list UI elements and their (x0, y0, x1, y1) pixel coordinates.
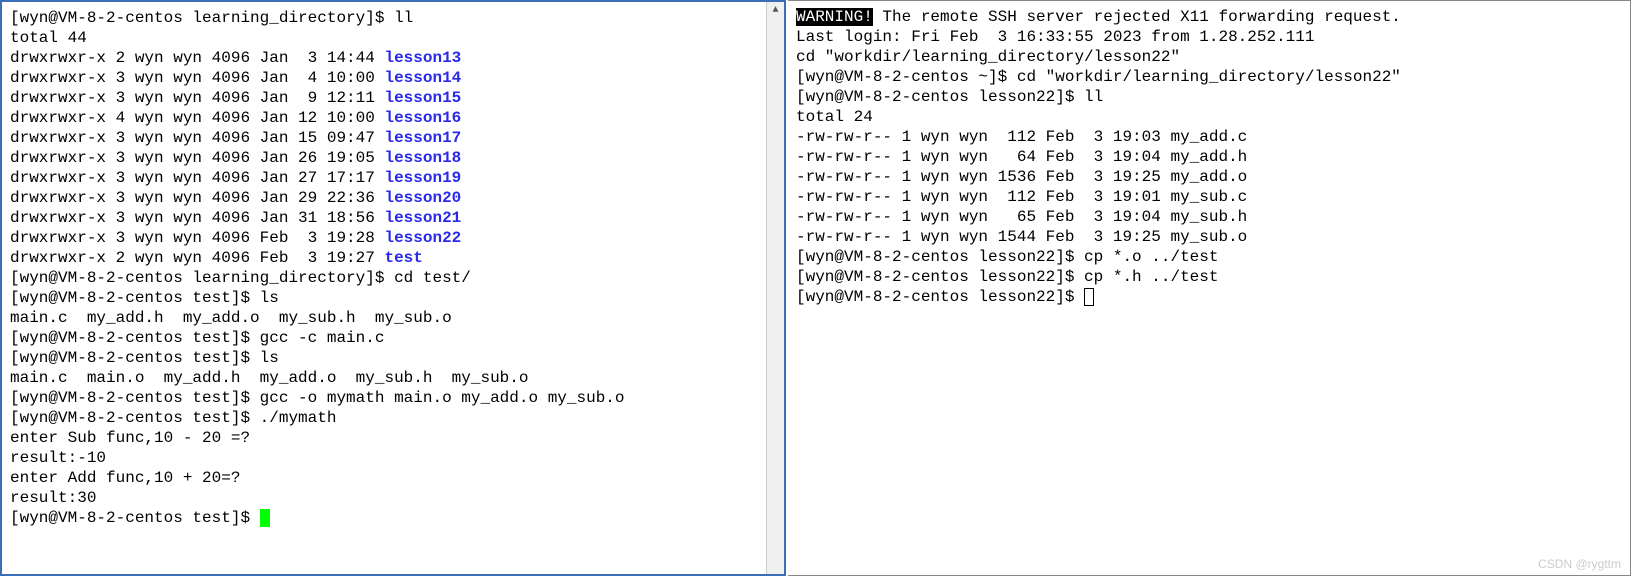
terminal-line: [wyn@VM-8-2-centos test]$ gcc -c main.c (10, 328, 776, 348)
terminal-line: [wyn@VM-8-2-centos test]$ ./mymath (10, 408, 776, 428)
terminal-prompt-line[interactable]: [wyn@VM-8-2-centos test]$ (10, 508, 776, 528)
terminal-line: [wyn@VM-8-2-centos learning_directory]$ … (10, 8, 776, 28)
terminal-line: result:30 (10, 488, 776, 508)
listing-row: drwxrwxr-x 3 wyn wyn 4096 Jan 9 12:11 le… (10, 88, 776, 108)
terminal-line: enter Add func,10 + 20=? (10, 468, 776, 488)
terminal-line: Last login: Fri Feb 3 16:33:55 2023 from… (796, 27, 1622, 47)
warning-badge: WARNING! (796, 8, 873, 26)
terminal-left-pane[interactable]: [wyn@VM-8-2-centos learning_directory]$ … (0, 0, 786, 576)
directory-link: lesson20 (384, 189, 461, 207)
listing-row: drwxrwxr-x 3 wyn wyn 4096 Jan 31 18:56 l… (10, 208, 776, 228)
directory-link: lesson18 (384, 149, 461, 167)
terminal-right-pane[interactable]: WARNING! The remote SSH server rejected … (788, 0, 1631, 576)
directory-link: lesson14 (384, 69, 461, 87)
terminal-line: [wyn@VM-8-2-centos lesson22]$ cp *.h ../… (796, 267, 1622, 287)
listing-row: drwxrwxr-x 4 wyn wyn 4096 Jan 12 10:00 l… (10, 108, 776, 128)
scroll-up-icon[interactable]: ▲ (767, 2, 784, 20)
terminal-line: [wyn@VM-8-2-centos test]$ ls (10, 348, 776, 368)
terminal-line: WARNING! The remote SSH server rejected … (796, 7, 1622, 27)
directory-link: lesson22 (384, 229, 461, 247)
directory-link: lesson17 (384, 129, 461, 147)
watermark: CSDN @rygttm (1538, 557, 1621, 572)
terminal-line: [wyn@VM-8-2-centos lesson22]$ cp *.o ../… (796, 247, 1622, 267)
directory-link: lesson19 (384, 169, 461, 187)
terminal-line: main.c my_add.h my_add.o my_sub.h my_sub… (10, 308, 776, 328)
directory-link: lesson21 (384, 209, 461, 227)
listing-row: -rw-rw-r-- 1 wyn wyn 65 Feb 3 19:04 my_s… (796, 207, 1622, 227)
terminal-line: total 44 (10, 28, 776, 48)
listing-row: -rw-rw-r-- 1 wyn wyn 1536 Feb 3 19:25 my… (796, 167, 1622, 187)
terminal-line: result:-10 (10, 448, 776, 468)
listing-row: drwxrwxr-x 3 wyn wyn 4096 Jan 27 17:17 l… (10, 168, 776, 188)
terminal-line: [wyn@VM-8-2-centos learning_directory]$ … (10, 268, 776, 288)
terminal-line: [wyn@VM-8-2-centos lesson22]$ ll (796, 87, 1622, 107)
terminal-line: [wyn@VM-8-2-centos test]$ gcc -o mymath … (10, 388, 776, 408)
scrollbar[interactable]: ▲ (766, 2, 784, 574)
terminal-line: [wyn@VM-8-2-centos ~]$ cd "workdir/learn… (796, 67, 1622, 87)
terminal-prompt-line[interactable]: [wyn@VM-8-2-centos lesson22]$ (796, 287, 1622, 307)
terminal-line: total 24 (796, 107, 1622, 127)
listing-row: drwxrwxr-x 3 wyn wyn 4096 Jan 15 09:47 l… (10, 128, 776, 148)
cursor-icon (260, 509, 270, 527)
listing-row: drwxrwxr-x 3 wyn wyn 4096 Jan 4 10:00 le… (10, 68, 776, 88)
terminal-line: [wyn@VM-8-2-centos test]$ ls (10, 288, 776, 308)
listing-row: -rw-rw-r-- 1 wyn wyn 112 Feb 3 19:01 my_… (796, 187, 1622, 207)
directory-link: lesson13 (384, 49, 461, 67)
listing-row: drwxrwxr-x 2 wyn wyn 4096 Feb 3 19:27 te… (10, 248, 776, 268)
cursor-icon (1084, 288, 1094, 306)
terminal-line: main.c main.o my_add.h my_add.o my_sub.h… (10, 368, 776, 388)
directory-link: lesson16 (384, 109, 461, 127)
listing-row: -rw-rw-r-- 1 wyn wyn 64 Feb 3 19:04 my_a… (796, 147, 1622, 167)
terminal-line: cd "workdir/learning_directory/lesson22" (796, 47, 1622, 67)
terminal-line: enter Sub func,10 - 20 =? (10, 428, 776, 448)
listing-row: -rw-rw-r-- 1 wyn wyn 1544 Feb 3 19:25 my… (796, 227, 1622, 247)
listing-row: drwxrwxr-x 3 wyn wyn 4096 Jan 29 22:36 l… (10, 188, 776, 208)
listing-row: drwxrwxr-x 3 wyn wyn 4096 Jan 26 19:05 l… (10, 148, 776, 168)
directory-link: test (384, 249, 422, 267)
directory-link: lesson15 (384, 89, 461, 107)
listing-row: -rw-rw-r-- 1 wyn wyn 112 Feb 3 19:03 my_… (796, 127, 1622, 147)
listing-row: drwxrwxr-x 2 wyn wyn 4096 Jan 3 14:44 le… (10, 48, 776, 68)
listing-row: drwxrwxr-x 3 wyn wyn 4096 Feb 3 19:28 le… (10, 228, 776, 248)
